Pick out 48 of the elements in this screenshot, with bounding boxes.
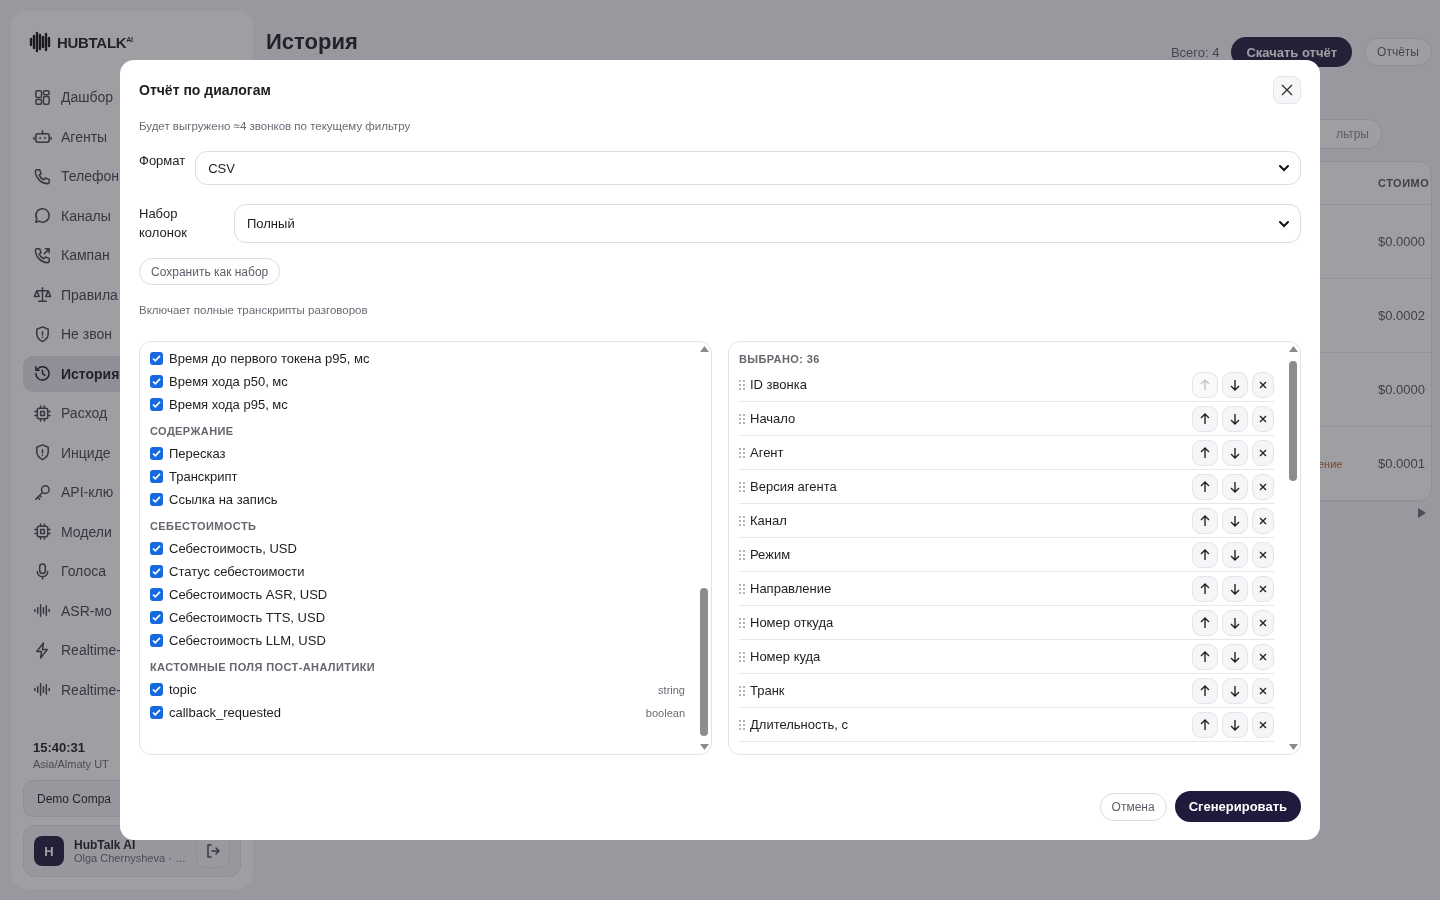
column-name: ID звонка [750, 377, 807, 392]
column-name: Номер куда [750, 649, 821, 664]
table-cell-text: $0.0002 [1378, 308, 1426, 323]
column-name: Начало [750, 411, 796, 426]
checkbox-label: Время хода p50, мс [169, 374, 288, 389]
group-heading: СОДЕРЖАНИЕ [150, 425, 235, 437]
checkbox-label: Себестоимость ASR, USD [169, 587, 328, 602]
column-name: Режим [750, 547, 791, 562]
total-count: Всего: 4 [1170, 44, 1220, 60]
column-name: Направление [750, 581, 832, 596]
user-subtitle: Olga Chernysheva · … [74, 852, 186, 864]
field-type: boolean [645, 706, 685, 719]
field-label: Формат [139, 152, 186, 170]
column-name: Номер откуда [750, 615, 834, 630]
table-cell-text: $0.0000 [1378, 234, 1426, 249]
dialog-title: Отчёт по диалогам [139, 82, 271, 98]
checkbox-label: Пересказ [169, 446, 226, 461]
column-name: Агент [750, 445, 784, 460]
checkbox-label: Время до первого токена p95, мс [169, 351, 370, 366]
checkbox-label: topic [169, 682, 197, 697]
selected-count: ВЫБРАНО: 36 [739, 353, 821, 365]
checkbox-label: Себестоимость LLM, USD [169, 633, 326, 648]
checkbox-label: Ссылка на запись [169, 492, 278, 507]
checkbox-label: callback_requested [169, 705, 282, 720]
page-title: История [266, 29, 358, 55]
column-header: СТОИМО [1378, 177, 1431, 189]
table-cell-text: $0.0000 [1378, 382, 1426, 397]
group-heading: СЕБЕСТОИМОСТЬ [150, 520, 258, 532]
table-cell-text: $0.0001 [1378, 456, 1426, 471]
column-name: Версия агента [750, 479, 837, 494]
checkbox-label: Статус себестоимости [169, 564, 305, 579]
hint-text: Включает полные транскрипты разговоров [139, 304, 369, 316]
logo-text: HUBTALK$^{AI}$ [57, 33, 133, 51]
column-name: Транк [750, 683, 785, 698]
dialog-subtitle: Будет выгружено ≈4 звонков по текущему фильтру [139, 120, 412, 132]
checkbox-label: Себестоимость, USD [169, 541, 297, 556]
timezone-label: Asia/Almaty UT [32, 758, 110, 770]
checkbox-label: Время хода p95, мс [169, 397, 288, 412]
field-label: Набор колонок [139, 205, 188, 242]
group-heading: КАСТОМНЫЕ ПОЛЯ ПОСТ-АНАЛИТИКИ [150, 661, 377, 673]
column-name: Канал [750, 513, 787, 528]
field-type: string [658, 683, 685, 696]
user-avatar: H [34, 836, 64, 866]
user-name: HubTalk AI [74, 838, 137, 852]
checkbox-label: Себестоимость TTS, USD [169, 610, 326, 625]
column-name: Длительность, с [750, 717, 848, 732]
checkbox-label: Транскрипт [169, 469, 238, 484]
clock-time: 15:40:31 [32, 740, 87, 755]
